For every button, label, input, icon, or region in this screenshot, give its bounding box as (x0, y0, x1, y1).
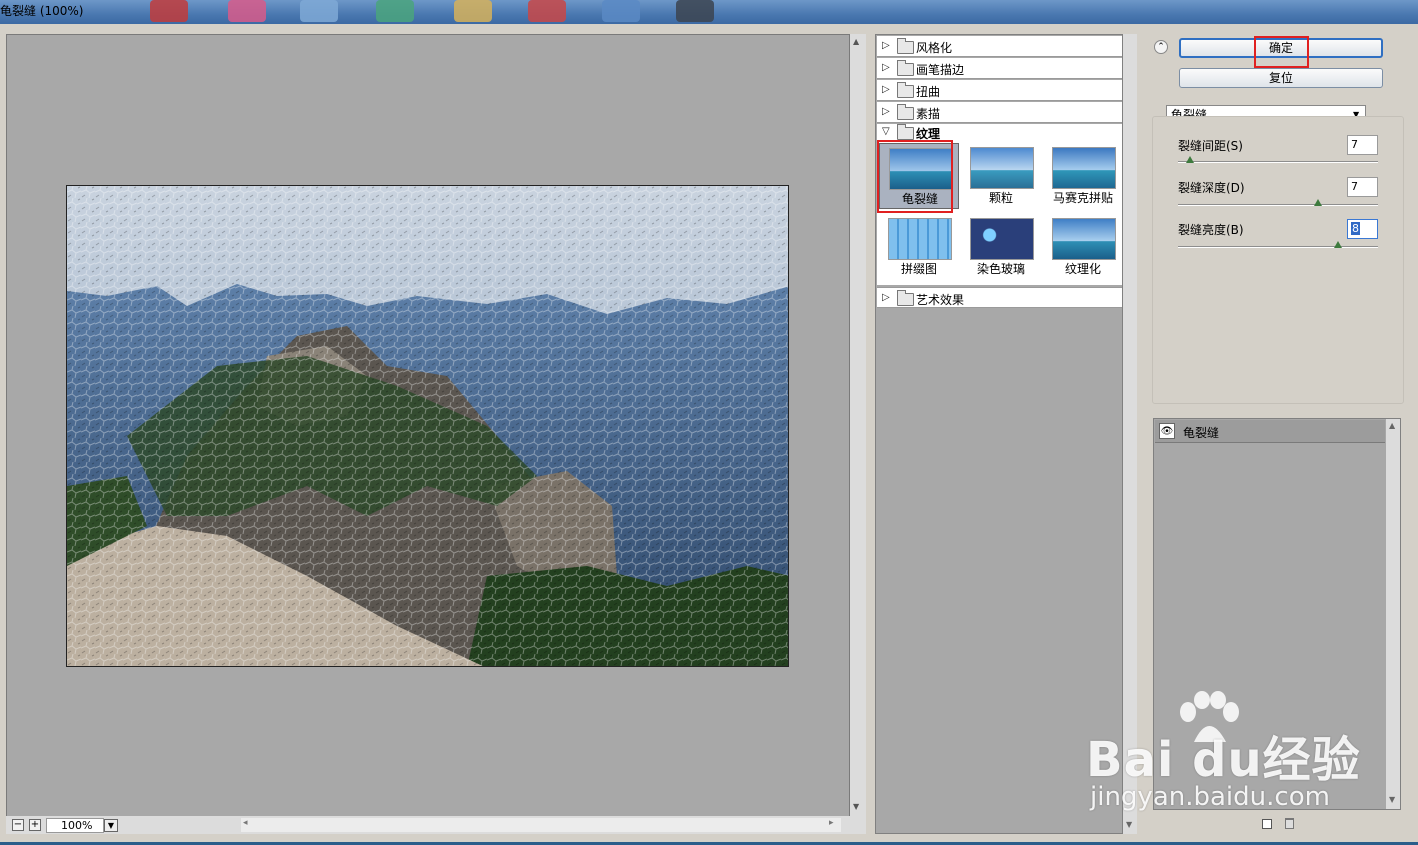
crack-depth-label: 裂缝深度(D) (1178, 181, 1245, 195)
patchwork-thumbnail (888, 218, 952, 260)
ok-highlight (1254, 36, 1309, 68)
taskbar-app-icon[interactable] (376, 0, 414, 22)
folder-open-icon (897, 124, 914, 140)
filter-thumb-patchwork[interactable]: 拼缀图 (879, 214, 959, 280)
reset-button[interactable]: 复位 (1179, 68, 1383, 88)
crack-depth-slider[interactable] (1178, 204, 1378, 206)
scroll-down-arrow-icon[interactable]: ▼ (853, 802, 859, 811)
effect-layer-row[interactable]: 👁 龟裂缝 (1155, 420, 1385, 443)
scroll-down-arrow-icon[interactable]: ▼ (1389, 795, 1395, 804)
crack-brightness-value: 8 (1351, 222, 1360, 235)
folder-icon (897, 82, 914, 98)
baidu-watermark: Bai du经验 jingyan.baidu.com (1062, 690, 1362, 820)
category-artistic[interactable]: ▷ 艺术效果 (877, 287, 1122, 308)
taskbar-app-icon[interactable] (676, 0, 714, 22)
taskbar-app-icon[interactable] (602, 0, 640, 22)
filter-thumb-mosaic-tiles[interactable]: 马赛克拼贴 (1043, 143, 1123, 209)
taskbar-app-icon[interactable] (528, 0, 566, 22)
category-brush-strokes[interactable]: ▷ 画笔描边 (877, 58, 1122, 79)
collapse-gallery-icon[interactable]: ⌃ (1154, 40, 1168, 54)
zoom-level-field[interactable]: 100% (46, 818, 104, 833)
zoom-out-button[interactable]: − (12, 819, 24, 831)
layers-scrollbar[interactable]: ▲ ▼ (1386, 419, 1400, 809)
effect-layer-label: 龟裂缝 (1183, 426, 1220, 440)
folder-icon (897, 38, 914, 54)
window-title: 龟裂缝 (100%) (0, 4, 84, 18)
scroll-right-arrow-icon[interactable]: ▸ (829, 818, 834, 828)
category-sketch[interactable]: ▷ 素描 (877, 102, 1122, 123)
taskbar-app-icon[interactable] (454, 0, 492, 22)
scroll-up-arrow-icon[interactable]: ▲ (853, 37, 859, 46)
scroll-left-arrow-icon[interactable]: ◂ (243, 818, 248, 828)
cracked-texture-photo (67, 186, 788, 666)
folder-icon (897, 290, 914, 306)
sailboat-thumbnail (1052, 218, 1116, 260)
zoom-in-button[interactable]: + (29, 819, 41, 831)
crack-depth-slider-thumb[interactable] (1314, 199, 1322, 206)
taskbar-app-icon[interactable] (150, 0, 188, 22)
expand-arrow-icon[interactable]: ▷ (882, 84, 890, 95)
watermark-url: jingyan.baidu.com (1090, 782, 1330, 812)
preview-vertical-scrollbar[interactable]: ▲ ▼ (850, 34, 866, 817)
crack-spacing-input[interactable]: 7 (1347, 135, 1378, 155)
taskbar-app-icon[interactable] (228, 0, 266, 22)
category-distort[interactable]: ▷ 扭曲 (877, 80, 1122, 101)
crack-spacing-slider[interactable] (1178, 161, 1378, 163)
folder-icon (897, 60, 914, 76)
expand-arrow-icon[interactable]: ▷ (882, 40, 890, 51)
sailboat-thumbnail (970, 147, 1034, 189)
horizontal-scrollbar[interactable]: ◂ ▸ (241, 818, 841, 832)
scroll-down-arrow-icon[interactable]: ▼ (1126, 820, 1132, 829)
crack-spacing-slider-thumb[interactable] (1186, 156, 1194, 163)
selection-highlight (877, 140, 953, 213)
filter-thumb-grain[interactable]: 颗粒 (961, 143, 1041, 209)
eye-visibility-icon[interactable]: 👁 (1159, 423, 1175, 439)
crack-spacing-label: 裂缝间距(S) (1178, 139, 1243, 153)
crack-depth-input[interactable]: 7 (1347, 177, 1378, 197)
expand-arrow-icon[interactable]: ▷ (882, 292, 890, 303)
category-texture[interactable]: ▽ 纹理 (877, 124, 1122, 141)
stained-glass-thumbnail (970, 218, 1034, 260)
filter-thumb-texturizer[interactable]: 纹理化 (1043, 214, 1123, 280)
expand-arrow-icon[interactable]: ▷ (882, 106, 890, 117)
expand-arrow-icon[interactable]: ▷ (882, 62, 890, 73)
crack-brightness-slider[interactable] (1178, 246, 1378, 248)
crack-brightness-label: 裂缝亮度(B) (1178, 223, 1244, 237)
preview-bottom-bar: − + 100% ▼ ◂ ▸ (6, 816, 866, 834)
title-bar: 龟裂缝 (100%) (0, 0, 1418, 24)
sailboat-thumbnail (1052, 147, 1116, 189)
zoom-dropdown-icon[interactable]: ▼ (104, 819, 118, 832)
new-effect-layer-icon[interactable] (1262, 819, 1272, 829)
taskbar-app-icon[interactable] (300, 0, 338, 22)
folder-icon (897, 104, 914, 120)
crack-brightness-input[interactable]: 8 (1347, 219, 1378, 239)
watermark-brand: Bai du经验 (1086, 732, 1361, 788)
scroll-up-arrow-icon[interactable]: ▲ (1389, 421, 1395, 430)
filter-thumb-stained-glass[interactable]: 染色玻璃 (961, 214, 1041, 280)
preview-image (66, 185, 789, 667)
collapse-arrow-icon[interactable]: ▽ (882, 126, 890, 137)
category-stylize[interactable]: ▷ 风格化 (877, 36, 1122, 57)
crack-brightness-slider-thumb[interactable] (1334, 241, 1342, 248)
